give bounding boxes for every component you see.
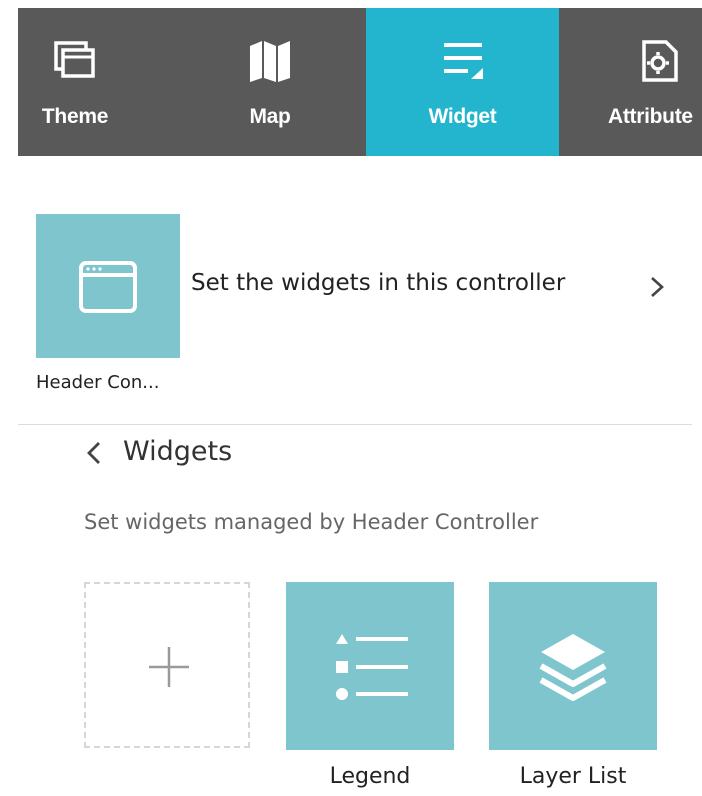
chevron-right-icon[interactable] [646, 272, 668, 302]
add-widget-button[interactable] [84, 582, 250, 748]
tab-map[interactable]: Map [210, 8, 330, 156]
window-icon [79, 261, 137, 313]
tab-label: Widget [428, 105, 497, 128]
layers-icon [539, 634, 607, 701]
map-icon [250, 41, 290, 82]
tab-label: Map [249, 105, 291, 128]
widget-label: Layer List [519, 764, 627, 789]
divider [18, 424, 692, 425]
panel-description: Set widgets managed by Header Controller [84, 510, 539, 534]
panel-title: Widgets [123, 436, 233, 467]
theme-icon [54, 41, 95, 78]
controller-name: Header Con... [36, 372, 160, 393]
tab-bar: Theme Map Widget Attribute [18, 8, 702, 156]
widget-icon [444, 43, 483, 79]
tab-label: Theme [41, 105, 109, 128]
header-controller-tile[interactable] [36, 214, 180, 358]
tab-attribute[interactable]: Attribute [600, 8, 702, 156]
chevron-left-icon[interactable] [82, 438, 106, 468]
tab-label: Attribute [608, 105, 693, 128]
widget-label: Legend [329, 764, 411, 789]
widget-legend[interactable] [286, 582, 454, 750]
legend-icon [336, 634, 408, 700]
tab-widget[interactable]: Widget [366, 8, 559, 156]
plus-icon [149, 647, 189, 687]
attribute-icon [642, 40, 678, 82]
tab-theme[interactable]: Theme [18, 8, 132, 156]
set-widgets-link[interactable]: Set the widgets in this controller [191, 270, 565, 296]
widget-layer-list[interactable] [489, 582, 657, 750]
